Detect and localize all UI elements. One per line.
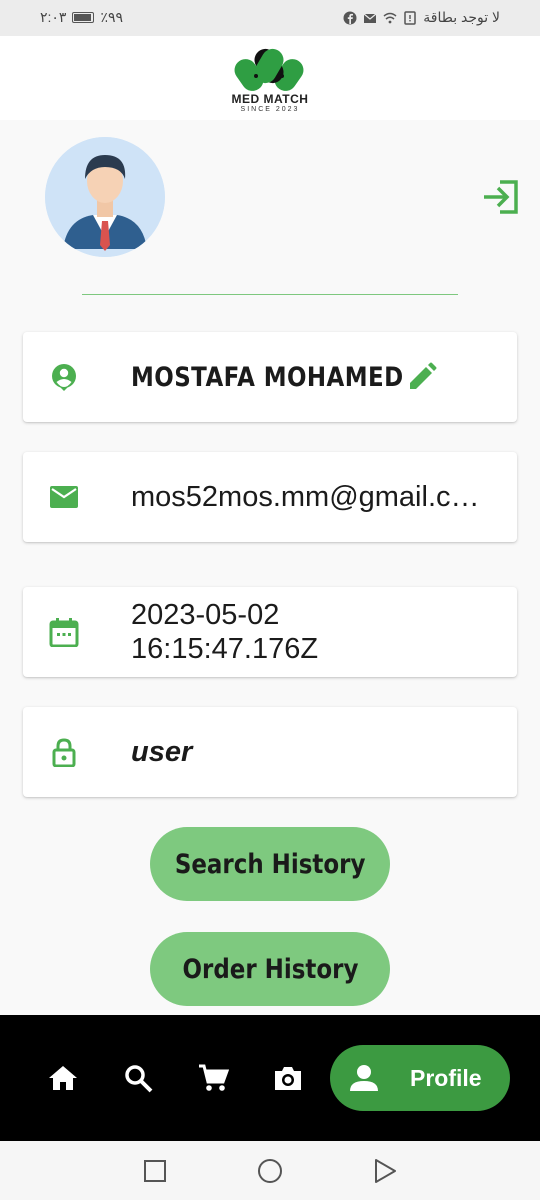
battery-level: ٪٩٩ <box>100 9 124 25</box>
logo-subtext: SINCE 2023 <box>240 106 300 113</box>
email-icon <box>50 486 78 508</box>
app-bar: MED MATCH SINCE 2023 <box>0 36 540 120</box>
recents-icon[interactable] <box>142 1158 168 1184</box>
person-icon <box>350 1065 378 1091</box>
user-name: MOSTAFA MOHAMED <box>131 361 404 393</box>
date-field: 2023-05-02 16:15:47.176Z <box>131 587 318 677</box>
facebook-icon <box>343 11 357 24</box>
divider <box>82 294 458 295</box>
edit-icon[interactable] <box>407 362 437 392</box>
calendar-icon <box>49 618 79 647</box>
created-time: 16:15:47.176Z <box>131 633 319 665</box>
user-email: mos52mos.mm@gmail.com <box>131 481 487 513</box>
wifi-icon <box>383 12 397 23</box>
order-history-button[interactable]: Order History <box>150 932 390 1006</box>
date-card: 2023-05-02 16:15:47.176Z <box>23 587 517 677</box>
profile-tab-label: Profile <box>410 1064 482 1091</box>
status-bar: ٢:٠٣ ٪٩٩ لا توجد بطاقة <box>0 0 540 36</box>
email-card: mos52mos.mm@gmail.com <box>23 452 517 542</box>
logout-icon[interactable] <box>480 176 522 218</box>
user-role: user <box>131 735 193 768</box>
med-match-logo: MED MATCH SINCE 2023 <box>220 44 320 114</box>
home-circle-icon[interactable] <box>257 1158 283 1184</box>
role-card: user <box>23 707 517 797</box>
name-field: MOSTAFA MOHAMED <box>131 332 452 422</box>
logo-text: MED MATCH <box>231 92 309 106</box>
status-right: لا توجد بطاقة <box>343 9 500 26</box>
avatar-illustration <box>45 137 165 257</box>
system-nav-bar <box>0 1141 540 1200</box>
mail-icon <box>363 13 377 23</box>
bottom-nav: Profile <box>0 1015 540 1141</box>
back-triangle-icon[interactable] <box>372 1158 398 1184</box>
status-left: ٢:٠٣ ٪٩٩ <box>40 9 123 26</box>
status-time: ٢:٠٣ <box>40 9 67 25</box>
email-field: mos52mos.mm@gmail.com <box>131 452 487 542</box>
profile-tab[interactable]: Profile <box>330 1045 510 1111</box>
home-icon[interactable] <box>47 1062 79 1094</box>
account-pin-icon <box>52 364 76 391</box>
sim-alert-icon <box>404 10 416 25</box>
battery-icon <box>72 12 95 23</box>
search-history-label: Search History <box>174 848 366 880</box>
lock-icon <box>52 738 76 767</box>
search-icon[interactable] <box>122 1062 154 1094</box>
name-card: MOSTAFA MOHAMED <box>23 332 517 422</box>
order-history-label: Order History <box>182 953 358 985</box>
avatar <box>45 137 165 257</box>
search-history-button[interactable]: Search History <box>150 827 390 901</box>
carrier-text: لا توجد بطاقة <box>423 9 500 25</box>
logo-icon <box>234 48 304 91</box>
cart-icon[interactable] <box>197 1062 229 1094</box>
camera-icon[interactable] <box>272 1062 304 1094</box>
created-date: 2023-05-02 <box>131 599 280 631</box>
role-field: user <box>131 707 192 797</box>
